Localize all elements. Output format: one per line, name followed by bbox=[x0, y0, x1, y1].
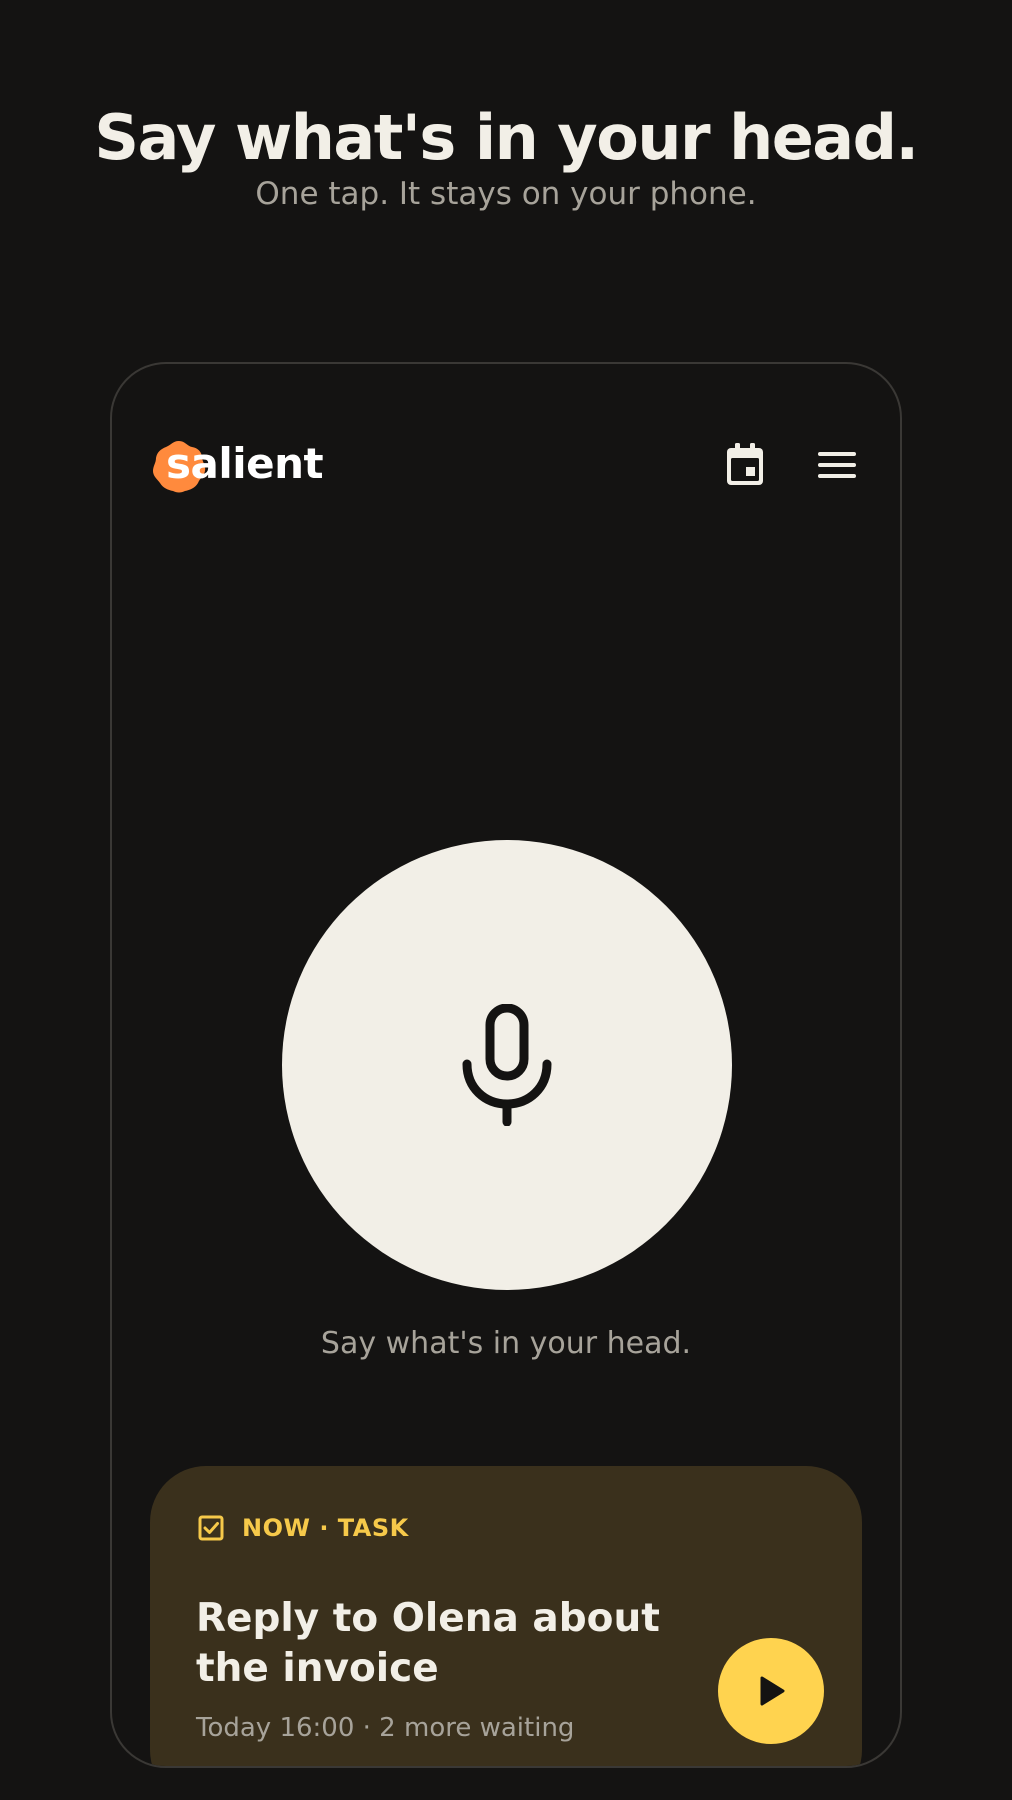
task-tag: NOW · TASK bbox=[198, 1508, 409, 1548]
task-title: Reply to Olena about the invoice bbox=[196, 1596, 660, 1691]
checkbox-icon bbox=[198, 1515, 224, 1541]
calendar-icon bbox=[727, 443, 763, 485]
menu-icon bbox=[818, 452, 856, 478]
app-header: salient bbox=[150, 434, 862, 498]
hero-subtitle: One tap. It stays on your phone. bbox=[255, 176, 757, 212]
record-hint: Say what's in your head. bbox=[320, 1326, 692, 1361]
calendar-button[interactable] bbox=[720, 440, 770, 490]
menu-button[interactable] bbox=[812, 440, 862, 490]
logo-text: salient bbox=[166, 439, 324, 488]
task-tag-label: NOW · TASK bbox=[242, 1514, 409, 1542]
phone-frame: salient Say what's in your head. NOW · T… bbox=[110, 362, 902, 1768]
logo[interactable]: salient bbox=[150, 434, 350, 498]
hero-title: Say what's in your head. bbox=[94, 101, 919, 174]
play-button[interactable] bbox=[718, 1638, 824, 1744]
play-icon bbox=[760, 1676, 785, 1706]
page: Say what's in your head. One tap. It sta… bbox=[0, 0, 1012, 1800]
task-meta: Today 16:00 · 2 more waiting bbox=[196, 1713, 575, 1743]
microphone-icon bbox=[462, 1004, 552, 1126]
task-card[interactable]: NOW · TASK Reply to Olena about the invo… bbox=[150, 1466, 862, 1766]
record-button[interactable] bbox=[282, 840, 732, 1290]
